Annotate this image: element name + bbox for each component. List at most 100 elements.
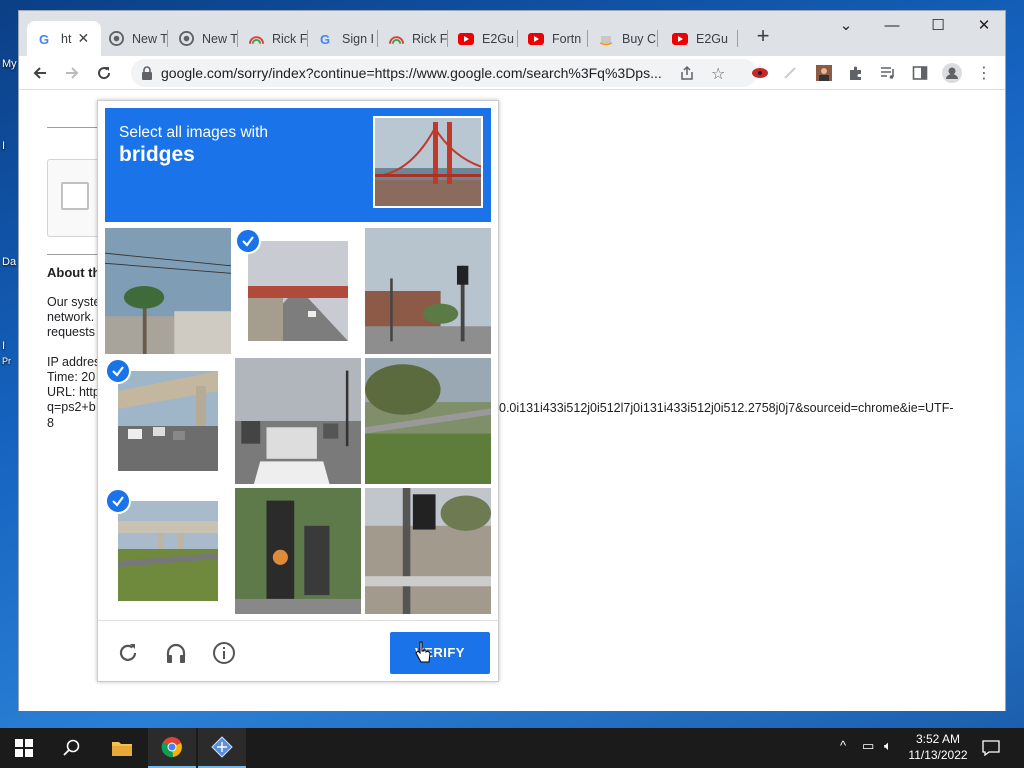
extension-slash-icon[interactable] bbox=[777, 60, 803, 86]
media-queue-icon[interactable] bbox=[875, 60, 901, 86]
windows-taskbar: ^ ▭ 🔈︎ 3:52 AM 11/13/2022 bbox=[0, 728, 1024, 768]
captcha-tile[interactable] bbox=[365, 488, 491, 614]
captcha-tile-selected[interactable] bbox=[105, 488, 231, 614]
tile-image-overpass-grass bbox=[118, 501, 218, 601]
start-button[interactable] bbox=[0, 728, 48, 768]
explanation-text: Our syste network. requests bbox=[47, 295, 101, 340]
maximize-button[interactable]: ☐ bbox=[915, 11, 961, 43]
clock-date: 11/13/2022 bbox=[908, 748, 968, 762]
tab-search-chevron-icon[interactable]: ⌄ bbox=[823, 11, 869, 43]
clock[interactable]: 3:52 AM 11/13/2022 bbox=[903, 731, 973, 763]
ip-address-line: IP addres bbox=[47, 355, 101, 369]
tab-title: E2Gu bbox=[696, 31, 728, 46]
google-g-icon: G bbox=[318, 31, 334, 47]
recaptcha-checkbox[interactable] bbox=[61, 182, 89, 210]
volume-icon[interactable]: 🔈︎ bbox=[884, 738, 892, 754]
side-panel-icon[interactable] bbox=[907, 60, 933, 86]
captcha-tile[interactable] bbox=[235, 488, 361, 614]
captcha-tile-selected[interactable] bbox=[105, 358, 231, 484]
url-line: URL: http bbox=[47, 385, 100, 399]
captcha-footer: VERIFY bbox=[98, 620, 498, 683]
paragraph-line: Our syste bbox=[47, 295, 101, 309]
extensions-puzzle-icon[interactable] bbox=[843, 60, 869, 86]
tile-image-palm bbox=[105, 228, 231, 354]
tab[interactable]: New T bbox=[168, 21, 238, 56]
tab-strip: G ht ✕ New T New T Rick F G Sign I Rick … bbox=[19, 11, 1005, 56]
info-icon[interactable] bbox=[210, 639, 238, 667]
tab[interactable]: Rick F bbox=[378, 21, 448, 56]
file-explorer-button[interactable] bbox=[98, 728, 146, 768]
captcha-tile[interactable] bbox=[105, 228, 231, 354]
tab-close-icon[interactable]: ✕ bbox=[77, 30, 89, 47]
tab-active[interactable]: G ht ✕ bbox=[27, 21, 101, 56]
bookmark-star-icon[interactable]: ☆ bbox=[711, 64, 725, 84]
tile-image-traffic-pole bbox=[365, 488, 491, 614]
tab[interactable]: New T bbox=[98, 21, 168, 56]
google-g-icon: G bbox=[37, 31, 53, 47]
tab[interactable]: E2Gu bbox=[448, 21, 518, 56]
tile-image-street bbox=[365, 228, 491, 354]
tab[interactable]: E2Gu bbox=[662, 21, 738, 56]
url-text: google.com/sorry/index?continue=https://… bbox=[161, 65, 662, 81]
minimize-button[interactable]: — bbox=[869, 11, 915, 43]
chrome-icon bbox=[161, 737, 182, 758]
svg-text:G: G bbox=[320, 32, 330, 46]
checkmark-icon bbox=[105, 358, 131, 384]
menu-kebab-icon[interactable]: ⋮ bbox=[971, 60, 997, 86]
tile-image-overpass bbox=[248, 241, 348, 341]
checkmark-icon bbox=[235, 228, 261, 254]
tab[interactable]: Rick F bbox=[238, 21, 308, 56]
tile-image-grass bbox=[365, 358, 491, 484]
new-tab-button[interactable]: + bbox=[749, 23, 777, 51]
clock-time: 3:52 AM bbox=[915, 732, 961, 746]
notifications-button[interactable] bbox=[968, 728, 1014, 768]
close-window-button[interactable]: ✕ bbox=[961, 11, 1007, 43]
captcha-tile-selected[interactable] bbox=[235, 228, 361, 354]
reload-challenge-icon[interactable] bbox=[114, 639, 142, 667]
verify-button[interactable]: VERIFY bbox=[390, 632, 490, 674]
network-icon[interactable]: ▭ bbox=[862, 738, 874, 754]
query-line: q=ps2+b bbox=[47, 400, 96, 414]
forward-button[interactable] bbox=[59, 60, 85, 86]
share-icon[interactable] bbox=[679, 65, 695, 84]
rainbow-icon bbox=[248, 31, 264, 47]
captcha-tile[interactable] bbox=[235, 358, 361, 484]
time-line: Time: 20 bbox=[47, 370, 96, 384]
tab-title: E2Gu bbox=[482, 31, 514, 46]
browser-toolbar: google.com/sorry/index?continue=https://… bbox=[19, 56, 1005, 90]
tile-image-busy-street bbox=[235, 358, 361, 484]
profile-icon[interactable] bbox=[939, 60, 965, 86]
forward-arrow-icon bbox=[66, 67, 79, 79]
captcha-header: Select all images with bridges bbox=[105, 108, 491, 222]
tab-title: ht bbox=[61, 31, 72, 46]
audio-challenge-headphones-icon[interactable] bbox=[162, 639, 190, 667]
about-heading: About th bbox=[47, 265, 101, 280]
chrome-taskbar-button[interactable] bbox=[148, 728, 196, 768]
tab[interactable]: G Sign I bbox=[308, 21, 378, 56]
app-taskbar-button[interactable] bbox=[198, 728, 246, 768]
address-bar[interactable]: google.com/sorry/index?continue=https://… bbox=[131, 59, 757, 87]
tray-chevron-icon[interactable]: ^ bbox=[840, 738, 846, 753]
back-button[interactable] bbox=[27, 60, 53, 86]
chrome-icon bbox=[108, 31, 124, 47]
tab-title: Fortn bbox=[552, 31, 582, 46]
network-app-icon bbox=[211, 736, 233, 758]
captcha-tile[interactable] bbox=[365, 228, 491, 354]
tab-title: New T bbox=[132, 31, 168, 46]
search-icon bbox=[63, 739, 80, 756]
tab[interactable]: Buy C bbox=[588, 21, 658, 56]
request-info: IP addres Time: 20 URL: http q=ps2+b bbox=[47, 355, 100, 415]
url-continuation: 0.0i131i433i512j0i512l7j0i131i433i512j0i… bbox=[499, 401, 954, 415]
reload-button[interactable] bbox=[91, 60, 117, 86]
extension-avatar-icon[interactable] bbox=[811, 60, 837, 86]
captcha-tile[interactable] bbox=[365, 358, 491, 484]
youtube-icon bbox=[458, 31, 474, 47]
hand-cursor-icon bbox=[415, 641, 431, 663]
extension-eye-icon[interactable] bbox=[747, 60, 773, 86]
back-arrow-icon bbox=[33, 67, 46, 79]
tab[interactable]: Fortn bbox=[518, 21, 588, 56]
rainbow-icon bbox=[388, 31, 404, 47]
svg-text:G: G bbox=[39, 32, 49, 46]
captcha-challenge: Select all images with bridges VERIFY bbox=[97, 100, 499, 682]
search-button[interactable] bbox=[48, 728, 96, 768]
